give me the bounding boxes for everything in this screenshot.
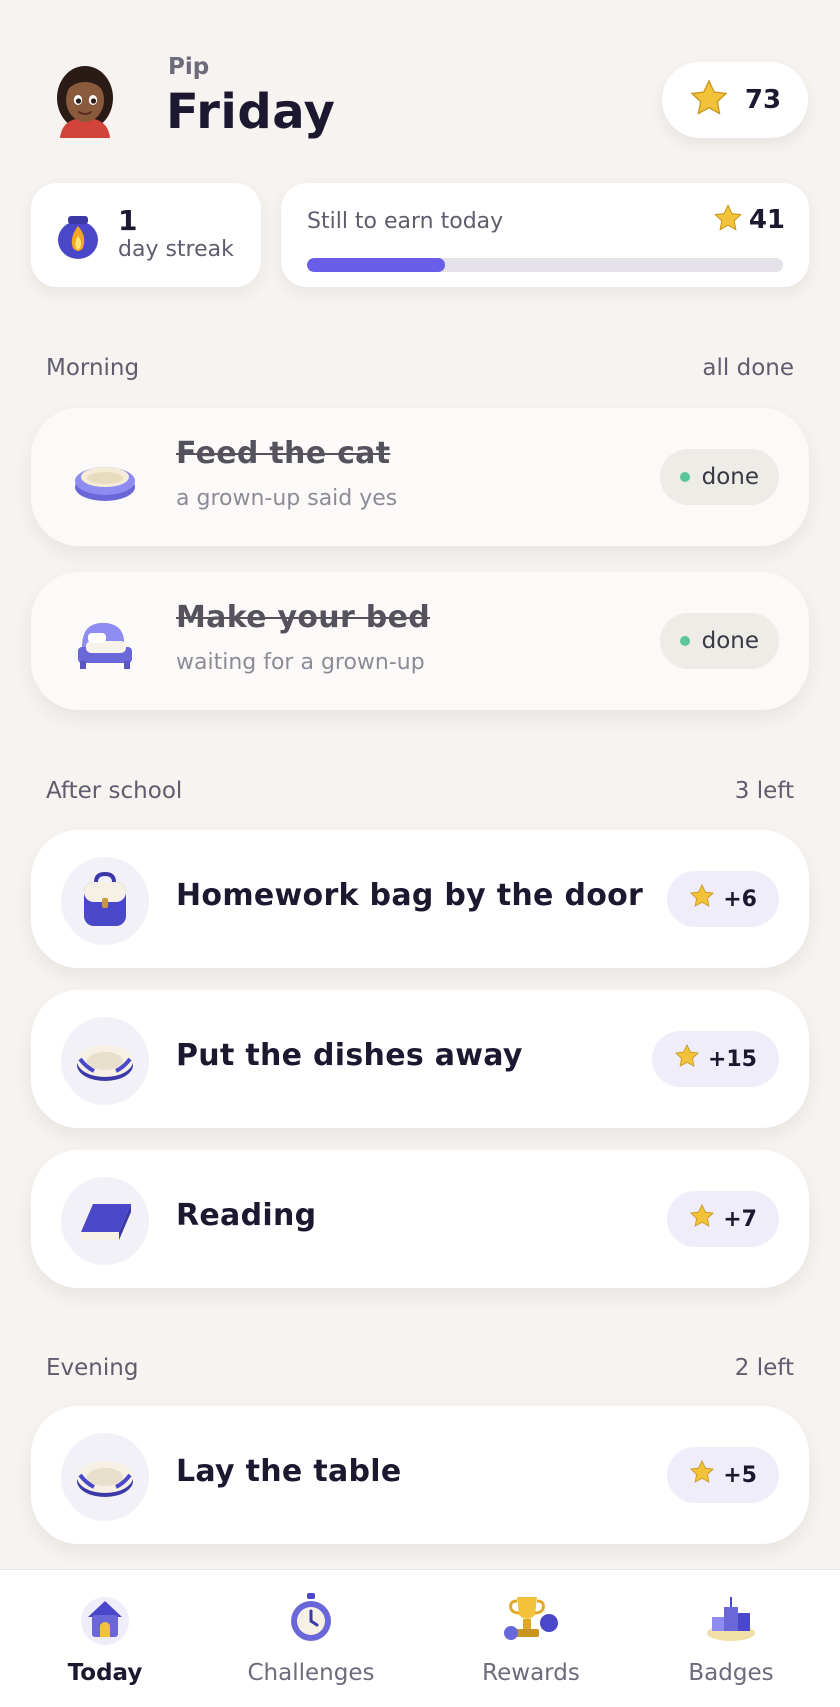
earn-today-value: 41 [748,205,785,235]
task-name: Lay the table [176,1454,402,1489]
earn-today-label: Still to earn today [307,209,504,234]
tab-label: Challenges [247,1660,375,1686]
section-title: Evening [46,1355,139,1381]
tab-label: Today [67,1660,143,1686]
earn-progress-fill [307,258,446,272]
header: Pip Friday 73 [0,0,840,170]
task-reward: +5 [723,1462,757,1488]
tab-challenges[interactable]: Challenges [226,1570,396,1707]
task-note: a grown-up said yes [176,486,398,511]
done-dot-icon [679,636,690,646]
tab-label: Badges [688,1660,774,1686]
task-reward-badge: +15 [651,1031,779,1087]
streak-count: 1 [118,204,138,237]
tab-badges[interactable]: Badges [646,1570,816,1707]
section-status: 2 left [734,1355,794,1381]
task-done-badge: done [659,613,779,669]
task-reward: +6 [723,886,757,912]
tab-today[interactable]: Today [20,1570,190,1707]
section-evening-header: Evening 2 left [46,1355,794,1385]
task-feed-the-cat[interactable]: Feed the cat a grown-up said yes done [31,408,809,546]
task-name: Feed the cat [176,436,391,471]
dishes-icon [61,1017,149,1105]
star-icon [689,883,715,915]
section-after-school-header: After school 3 left [46,778,794,808]
task-name: Reading [176,1198,317,1233]
task-make-your-bed[interactable]: Make your bed waiting for a grown-up don… [31,572,809,710]
task-name: Homework bag by the door [176,878,644,913]
star-icon [713,203,743,237]
avatar-image [57,66,113,138]
pet-bowl-icon [61,435,149,523]
task-name: Make your bed [176,600,430,635]
task-reward: +15 [707,1046,757,1072]
tab-label: Rewards [482,1660,580,1686]
task-done-badge: done [659,449,779,505]
bottom-tab-bar: Today Challenges Rewards Badges [0,1569,840,1707]
star-balance-pill[interactable]: 73 [662,62,808,138]
star-balance: 73 [744,85,782,115]
stopwatch-icon [287,1590,335,1646]
streak-label: day streak [118,237,234,262]
trophy-icon [503,1590,559,1646]
bed-icon [61,599,149,687]
section-morning-header: Morning all done [46,355,794,385]
earn-today-card: Still to earn today 41 [281,183,809,287]
earn-progress-bar [307,258,783,272]
section-status: 3 left [734,778,794,804]
star-icon [689,1459,715,1491]
task-homework-bag[interactable]: Homework bag by the door +6 [31,830,809,968]
kid-name: Pip [168,54,210,80]
streak-card[interactable] [31,183,261,287]
task-reward: +7 [723,1206,757,1232]
task-note: waiting for a grown-up [176,650,425,675]
avatar[interactable] [46,60,124,138]
earn-today-stars: 41 [713,203,785,237]
backpack-icon [61,857,149,945]
task-name: Put the dishes away [176,1038,523,1073]
task-reward-badge: +6 [667,871,779,927]
task-reward-badge: +7 [667,1191,779,1247]
book-icon [61,1177,149,1265]
plate-icon [61,1433,149,1521]
section-title: Morning [46,355,140,381]
task-put-dishes-away[interactable]: Put the dishes away +15 [31,990,809,1128]
task-state: done [701,628,759,654]
section-title: After school [46,778,183,804]
done-dot-icon [679,472,690,482]
star-icon [689,78,729,122]
flame-jar-icon [55,210,101,264]
task-lay-the-table[interactable]: Lay the table +5 [31,1406,809,1544]
podium-icon [704,1590,758,1646]
house-icon [78,1590,132,1646]
star-icon [674,1043,700,1075]
star-icon [689,1203,715,1235]
task-reward-badge: +5 [667,1447,779,1503]
page-title: Friday [166,84,336,140]
section-status: all done [702,355,794,381]
tab-rewards[interactable]: Rewards [446,1570,616,1707]
task-reading[interactable]: Reading +7 [31,1150,809,1288]
task-state: done [701,464,759,490]
